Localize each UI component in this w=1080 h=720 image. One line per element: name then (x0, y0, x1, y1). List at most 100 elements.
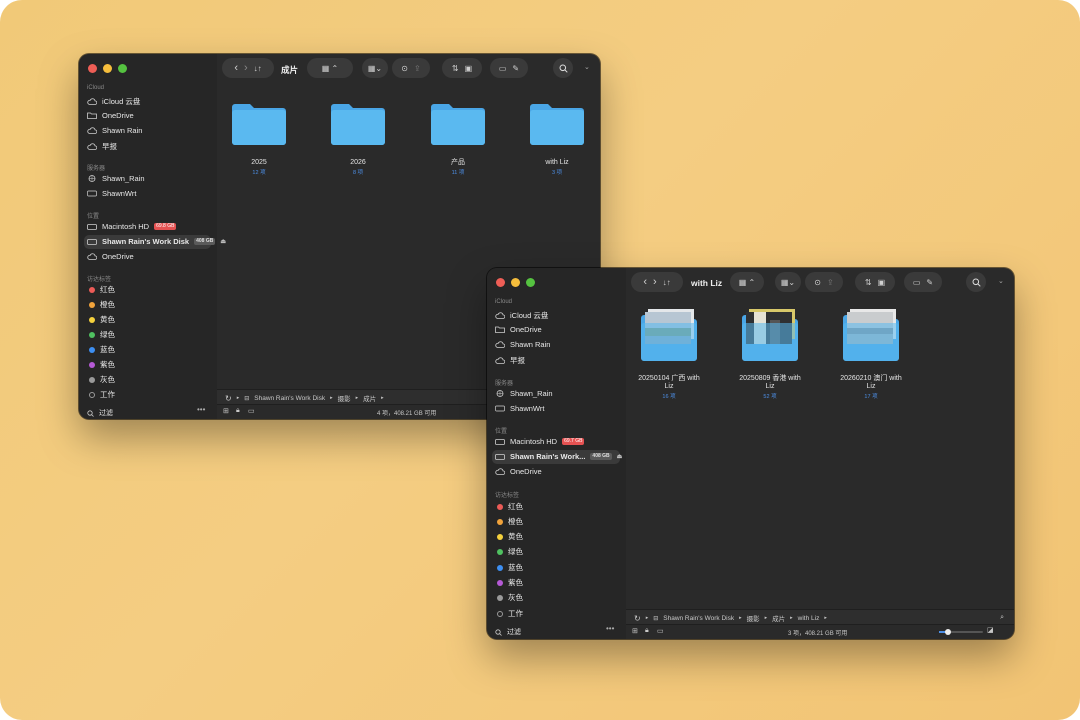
terminal-icon[interactable]: ▭ (499, 64, 507, 73)
image-icon[interactable]: ▣ (878, 278, 886, 287)
sidebar-item-zaobao[interactable]: 早报 (495, 355, 525, 366)
sidebar-item-work-disk[interactable]: Shawn Rain's Work... 408 GB ⏏ (495, 452, 622, 461)
folder-hongkong[interactable]: 20250809 香港 with Liz 52 项 (734, 308, 806, 400)
sidebar-tag-red[interactable]: 红色 (497, 501, 523, 512)
sort-icon[interactable]: ↓↑ (663, 278, 671, 287)
edit-icon[interactable]: ✎ (926, 278, 933, 287)
sort-icon[interactable]: ↓↑ (254, 64, 262, 73)
path-item[interactable]: Shawn Rain's Work Disk (663, 615, 734, 622)
sort-arrows-icon[interactable]: ⇅ (865, 278, 872, 287)
slider-knob[interactable] (945, 629, 951, 635)
path-item[interactable]: with Liz (798, 615, 820, 622)
folder-2025[interactable]: 2025 12 项 (229, 102, 289, 176)
comment-icon[interactable]: ▭ (248, 407, 255, 415)
sidebar-filter[interactable]: 过滤 (495, 627, 521, 637)
finder-window-front[interactable]: iCloud iCloud 云盘 OneDrive Shawn Rain 早报 … (487, 268, 1014, 639)
sidebar-item-onedrive-location[interactable]: OneDrive (495, 467, 542, 476)
sidebar-tag-yellow[interactable]: 黄色 (89, 314, 115, 325)
image-icon[interactable]: ▣ (465, 64, 473, 73)
path-item[interactable]: 摄影 (747, 613, 760, 623)
zoom-button[interactable] (118, 64, 127, 73)
path-item[interactable]: 成片 (363, 393, 376, 403)
search-icon[interactable]: ⌕ (1000, 614, 1004, 622)
sidebar-item-zaobao[interactable]: 早报 (87, 141, 117, 152)
view-group[interactable]: ▦ ⌃ (730, 272, 764, 292)
close-button[interactable] (496, 278, 505, 287)
back-button[interactable]: ‹ (643, 276, 647, 288)
sidebar-item-icloud-drive[interactable]: iCloud 云盘 (87, 96, 140, 107)
sidebar-tag-gray[interactable]: 灰色 (89, 374, 115, 385)
share-icon[interactable]: ⇪ (414, 64, 421, 73)
share-icon[interactable]: ⇪ (827, 278, 834, 287)
sidebar-item-shawn-rain[interactable]: Shawn Rain (495, 340, 550, 349)
zoom-button[interactable] (526, 278, 535, 287)
sidebar-item-server-shawnwrt[interactable]: ShawnWrt (87, 189, 136, 198)
group-menu[interactable]: ▦⌄ (775, 272, 801, 292)
sidebar-item-shawn-rain[interactable]: Shawn Rain (87, 126, 142, 135)
forward-button[interactable]: › (244, 62, 248, 74)
chevron-down-icon[interactable]: ⌄ (998, 277, 1004, 285)
back-button[interactable]: ‹ (234, 62, 238, 74)
sidebar-tag-green[interactable]: 绿色 (497, 546, 523, 557)
grid-view-icon[interactable]: ▦ ⌃ (739, 278, 755, 287)
more-icon[interactable]: ••• (606, 624, 614, 633)
sidebar-tag-orange[interactable]: 橙色 (497, 516, 523, 527)
group-icon[interactable]: ▦⌄ (368, 64, 382, 73)
folder-products[interactable]: 产品 11 项 (428, 102, 488, 176)
close-button[interactable] (88, 64, 97, 73)
search-button[interactable] (553, 58, 573, 78)
sidebar-filter[interactable]: 过滤 (87, 408, 113, 418)
folder-with-liz[interactable]: with Liz 3 项 (527, 102, 587, 176)
sidebar-tag-purple[interactable]: 紫色 (89, 359, 115, 370)
sidebar-tag-purple[interactable]: 紫色 (497, 577, 523, 588)
sidebar-item-icloud-drive[interactable]: iCloud 云盘 (495, 310, 548, 321)
search-button[interactable] (966, 272, 986, 292)
icon-size-slider[interactable] (939, 629, 983, 635)
folder-2026[interactable]: 2026 8 项 (328, 102, 388, 176)
more-actions-icon[interactable]: ⊙ (814, 278, 821, 287)
refresh-icon[interactable]: ↻ (634, 614, 641, 623)
sidebar-item-server-shawn-rain[interactable]: Shawn_Rain (495, 389, 553, 398)
folder-guangxi[interactable]: 20250104 广西 with Liz 16 项 (633, 308, 705, 400)
refresh-icon[interactable]: ↻ (225, 394, 232, 403)
folder-macau[interactable]: 20260210 澳门 with Liz 17 项 (835, 308, 907, 400)
sidebar-tag-yellow[interactable]: 黄色 (497, 531, 523, 542)
eject-icon[interactable]: ⏏ (617, 453, 623, 460)
sidebar-tag-blue[interactable]: 蓝色 (89, 344, 115, 355)
sidebar-tag-green[interactable]: 绿色 (89, 329, 115, 340)
sidebar-tag-work[interactable]: 工作 (89, 389, 115, 400)
forward-button[interactable]: › (653, 276, 657, 288)
sidebar-item-macintosh-hd[interactable]: Macintosh HD 69.7 GB (495, 437, 585, 446)
group-menu[interactable]: ▦⌄ (362, 58, 388, 78)
sidebar-tag-red[interactable]: 红色 (89, 284, 115, 295)
sidebar-item-onedrive[interactable]: OneDrive (495, 325, 542, 334)
lock-icon[interactable]: 🔒︎ (236, 407, 240, 415)
path-item[interactable]: Shawn Rain's Work Disk (254, 395, 325, 402)
minimize-button[interactable] (511, 278, 520, 287)
sidebar-item-macintosh-hd[interactable]: Macintosh HD 69.8 GB (87, 222, 177, 231)
lock-icon[interactable]: 🔒︎ (645, 627, 649, 635)
path-item[interactable]: 摄影 (338, 393, 351, 403)
grid-view-icon[interactable]: ▦ ⌃ (322, 64, 338, 73)
sidebar-tag-blue[interactable]: 蓝色 (497, 562, 523, 573)
preview-toggle-icon[interactable]: ◪ (987, 626, 994, 634)
edit-icon[interactable]: ✎ (512, 64, 519, 73)
new-folder-icon[interactable]: ⊞ (632, 627, 638, 635)
sidebar-tag-orange[interactable]: 橙色 (89, 299, 115, 310)
eject-icon[interactable]: ⏏ (220, 238, 226, 245)
sidebar-item-onedrive-location[interactable]: OneDrive (87, 252, 134, 261)
terminal-icon[interactable]: ▭ (913, 278, 921, 287)
comment-icon[interactable]: ▭ (657, 627, 664, 635)
view-group[interactable]: ▦ ⌃ (307, 58, 353, 78)
sidebar-item-onedrive[interactable]: OneDrive (87, 111, 134, 120)
new-folder-icon[interactable]: ⊞ (223, 407, 229, 415)
more-actions-icon[interactable]: ⊙ (401, 64, 408, 73)
group-icon[interactable]: ▦⌄ (781, 278, 795, 287)
sidebar-item-server-shawnwrt[interactable]: ShawnWrt (495, 404, 544, 413)
sidebar-tag-work[interactable]: 工作 (497, 608, 523, 619)
more-icon[interactable]: ••• (197, 405, 205, 414)
path-item[interactable]: 成片 (772, 613, 785, 623)
sort-arrows-icon[interactable]: ⇅ (452, 64, 459, 73)
sidebar-item-server-shawn-rain[interactable]: Shawn_Rain (87, 174, 145, 183)
sidebar-item-work-disk[interactable]: Shawn Rain's Work Disk 408 GB ⏏ (87, 237, 226, 246)
